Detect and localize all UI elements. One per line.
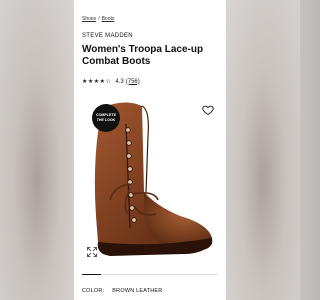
breadcrumb: Shoes / Boots bbox=[82, 16, 114, 22]
review-count-link[interactable]: (756) bbox=[126, 79, 140, 85]
background-blur-right bbox=[226, 0, 300, 300]
breadcrumb-separator: / bbox=[98, 16, 100, 22]
gallery-progress-fill bbox=[82, 274, 102, 275]
rating-summary[interactable]: ★★★★☆ 4.3 (756) bbox=[82, 78, 140, 86]
heart-icon[interactable] bbox=[202, 104, 214, 116]
rating-value: 4.3 bbox=[115, 78, 124, 85]
product-panel: Shoes / Boots STEVE MADDEN Women's Troopa … bbox=[74, 0, 226, 300]
color-selection: COLOR: BROWN LEATHER bbox=[82, 288, 162, 294]
color-label: COLOR: bbox=[82, 288, 105, 294]
color-value: BROWN LEATHER bbox=[112, 288, 163, 294]
complete-the-look-button[interactable]: COMPLETE THE LOOK bbox=[92, 104, 120, 132]
expand-icon[interactable] bbox=[86, 246, 98, 258]
brand-name[interactable]: STEVE MADDEN bbox=[82, 33, 133, 39]
background-blur-left bbox=[0, 0, 74, 300]
complete-the-look-line2: THE LOOK bbox=[96, 118, 116, 122]
breadcrumb-shoes-link[interactable]: Shoes bbox=[82, 16, 96, 22]
gallery-progress-track bbox=[82, 274, 218, 275]
breadcrumb-boots-link[interactable]: Boots bbox=[102, 16, 115, 22]
product-title: Women's Troopa Lace-up Combat Boots bbox=[82, 44, 204, 67]
star-rating-icon: ★★★★☆ bbox=[82, 79, 112, 85]
